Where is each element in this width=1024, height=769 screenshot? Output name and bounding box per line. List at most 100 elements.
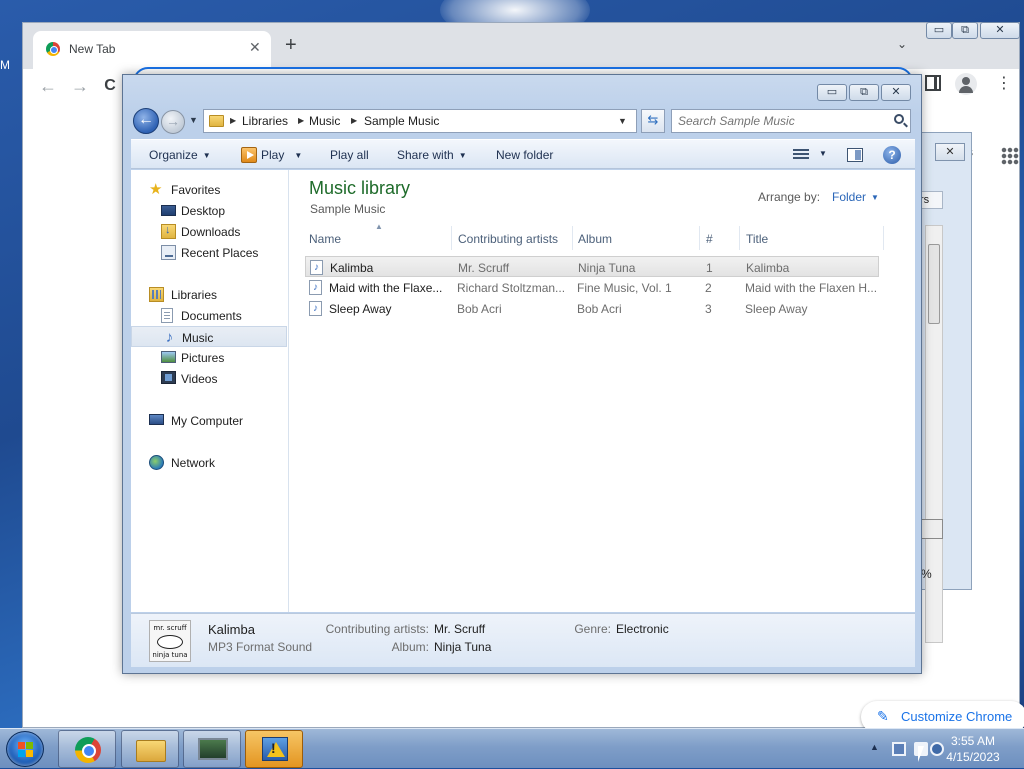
customize-chrome-label: Customize Chrome	[901, 709, 1013, 724]
nav-label: Downloads	[181, 225, 241, 239]
back-button[interactable]: ←	[37, 76, 59, 98]
chrome-minimize-button[interactable]: ▭	[926, 22, 952, 39]
column-header-album[interactable]: Album	[578, 226, 698, 252]
breadcrumb-separator-icon[interactable]: ▶	[351, 116, 357, 125]
album-art-text-top: mr. scruff	[153, 624, 187, 632]
reload-button[interactable]: C	[99, 76, 121, 98]
views-icon[interactable]	[793, 149, 809, 161]
organize-button[interactable]: Organize ▼	[149, 148, 211, 162]
breadcrumb-sample-music[interactable]: Sample Music	[364, 114, 439, 128]
play-all-button[interactable]: Play all	[330, 148, 369, 162]
file-artist: Bob Acri	[457, 302, 502, 316]
column-header-title[interactable]: Title	[746, 226, 876, 252]
pictures-icon	[161, 351, 176, 363]
google-apps-icon[interactable]	[1001, 147, 1019, 165]
nav-item-my-computer[interactable]: My Computer	[131, 410, 287, 431]
column-divider[interactable]	[739, 226, 740, 250]
show-hidden-icons-icon[interactable]: ▲	[870, 742, 879, 752]
taskbar-security-tool[interactable]	[245, 730, 303, 768]
recent-pages-chevron-icon[interactable]: ▼	[189, 115, 198, 125]
details-album-value[interactable]: Ninja Tuna	[434, 640, 491, 654]
file-row[interactable]: ♪ Maid with the Flaxe... Richard Stoltzm…	[305, 277, 879, 298]
file-name: Maid with the Flaxe...	[329, 281, 443, 295]
nav-item-libraries[interactable]: Libraries	[131, 284, 287, 305]
bg-dialog-close-button[interactable]: ✕	[935, 143, 965, 161]
explorer-minimize-button[interactable]: ▭	[817, 84, 847, 101]
breadcrumb-music[interactable]: Music	[309, 114, 340, 128]
chrome-restore-button[interactable]: ⧉	[952, 22, 978, 39]
explorer-maximize-button[interactable]: ⧉	[849, 84, 879, 101]
new-folder-button[interactable]: New folder	[496, 148, 553, 162]
details-album-label: Album:	[391, 640, 429, 654]
arrange-by-dropdown[interactable]: Folder ▼	[832, 190, 879, 204]
search-input[interactable]	[678, 113, 884, 129]
chrome-menu-icon[interactable]: ⋮	[993, 73, 1015, 95]
address-dropdown-icon[interactable]: ▼	[618, 116, 627, 126]
details-artists-value[interactable]: Mr. Scruff	[434, 622, 485, 636]
column-divider[interactable]	[699, 226, 700, 250]
views-chevron-icon[interactable]: ▼	[819, 149, 827, 158]
column-divider[interactable]	[451, 226, 452, 250]
column-divider[interactable]	[572, 226, 573, 250]
file-artist: Richard Stoltzman...	[457, 281, 566, 295]
album-art-thumbnail: mr. scruff ninja tuna	[149, 620, 191, 662]
tab-close-icon[interactable]: ✕	[249, 39, 261, 56]
side-panel-icon[interactable]	[925, 75, 941, 91]
search-box[interactable]	[671, 109, 911, 133]
details-genre-value[interactable]: Electronic	[616, 622, 669, 636]
taskbar-chrome[interactable]	[58, 730, 116, 768]
explorer-close-button[interactable]: ✕	[881, 84, 911, 101]
breadcrumb-separator-icon[interactable]: ▶	[298, 116, 304, 125]
clock-date[interactable]: 4/15/2023	[946, 750, 1000, 764]
column-divider[interactable]	[883, 226, 884, 250]
chrome-close-button[interactable]: ✕	[980, 22, 1020, 39]
nav-item-network[interactable]: Network	[131, 452, 287, 473]
tab-new-tab[interactable]: New Tab ✕	[33, 31, 271, 69]
nav-item-music[interactable]: ♪ Music	[131, 326, 287, 347]
column-header-number[interactable]: #	[706, 226, 736, 252]
desktop-icon-label[interactable]: M	[0, 58, 10, 72]
recent-places-icon	[161, 245, 176, 260]
file-list-pane: Music library Sample Music Arrange by: F…	[291, 170, 915, 612]
nav-item-recent-places[interactable]: Recent Places	[131, 242, 287, 263]
refresh-button[interactable]: ⇆	[641, 109, 665, 133]
nav-item-videos[interactable]: Videos	[131, 368, 287, 389]
breadcrumb-libraries[interactable]: Libraries	[242, 114, 288, 128]
file-track-number: 2	[705, 281, 712, 295]
nav-item-desktop[interactable]: Desktop	[131, 200, 287, 221]
file-track-number: 3	[705, 302, 712, 316]
nav-label: Music	[182, 331, 214, 345]
explorer-forward-button[interactable]: →	[161, 110, 185, 134]
breadcrumb-separator-icon[interactable]: ▶	[230, 116, 236, 125]
network-status-icon[interactable]	[892, 742, 906, 756]
tab-search-chevron-icon[interactable]: ⌄	[897, 37, 907, 51]
nav-item-downloads[interactable]: Downloads	[131, 221, 287, 242]
column-header-name[interactable]: Name	[309, 226, 449, 252]
network-icon	[149, 455, 164, 470]
file-row[interactable]: ♪ Sleep Away Bob Acri Bob Acri 3 Sleep A…	[305, 298, 879, 319]
help-icon[interactable]: ?	[883, 146, 901, 164]
new-tab-button[interactable]: +	[285, 35, 305, 57]
clock-time[interactable]: 3:55 AM	[950, 734, 996, 748]
arrange-by-label: Arrange by:	[758, 190, 821, 204]
taskbar-system-tool[interactable]	[183, 730, 241, 768]
start-button[interactable]	[6, 731, 44, 767]
nav-item-documents[interactable]: Documents	[131, 305, 287, 326]
taskbar-explorer[interactable]	[121, 730, 179, 768]
address-bar[interactable]: ▶ Libraries ▶ Music ▶ Sample Music ▼	[203, 109, 637, 133]
play-button[interactable]: Play ▼	[261, 148, 302, 162]
column-header-artists[interactable]: Contributing artists	[458, 226, 570, 252]
nav-item-favorites[interactable]: ★ Favorites	[131, 179, 287, 200]
nav-item-pictures[interactable]: Pictures	[131, 347, 287, 368]
profile-avatar-icon[interactable]	[955, 73, 977, 95]
share-with-button[interactable]: Share with ▼	[397, 148, 467, 162]
forward-button[interactable]: →	[69, 76, 91, 98]
action-center-icon[interactable]	[930, 742, 944, 756]
search-icon[interactable]	[894, 114, 904, 124]
audio-file-icon: ♪	[309, 280, 322, 295]
preview-pane-icon[interactable]	[847, 148, 863, 162]
file-row[interactable]: ♪ Kalimba Mr. Scruff Ninja Tuna 1 Kalimb…	[305, 256, 879, 277]
file-name: Kalimba	[330, 261, 374, 275]
scrollbar-thumb[interactable]	[928, 244, 940, 324]
explorer-back-button[interactable]: ←	[133, 108, 159, 134]
